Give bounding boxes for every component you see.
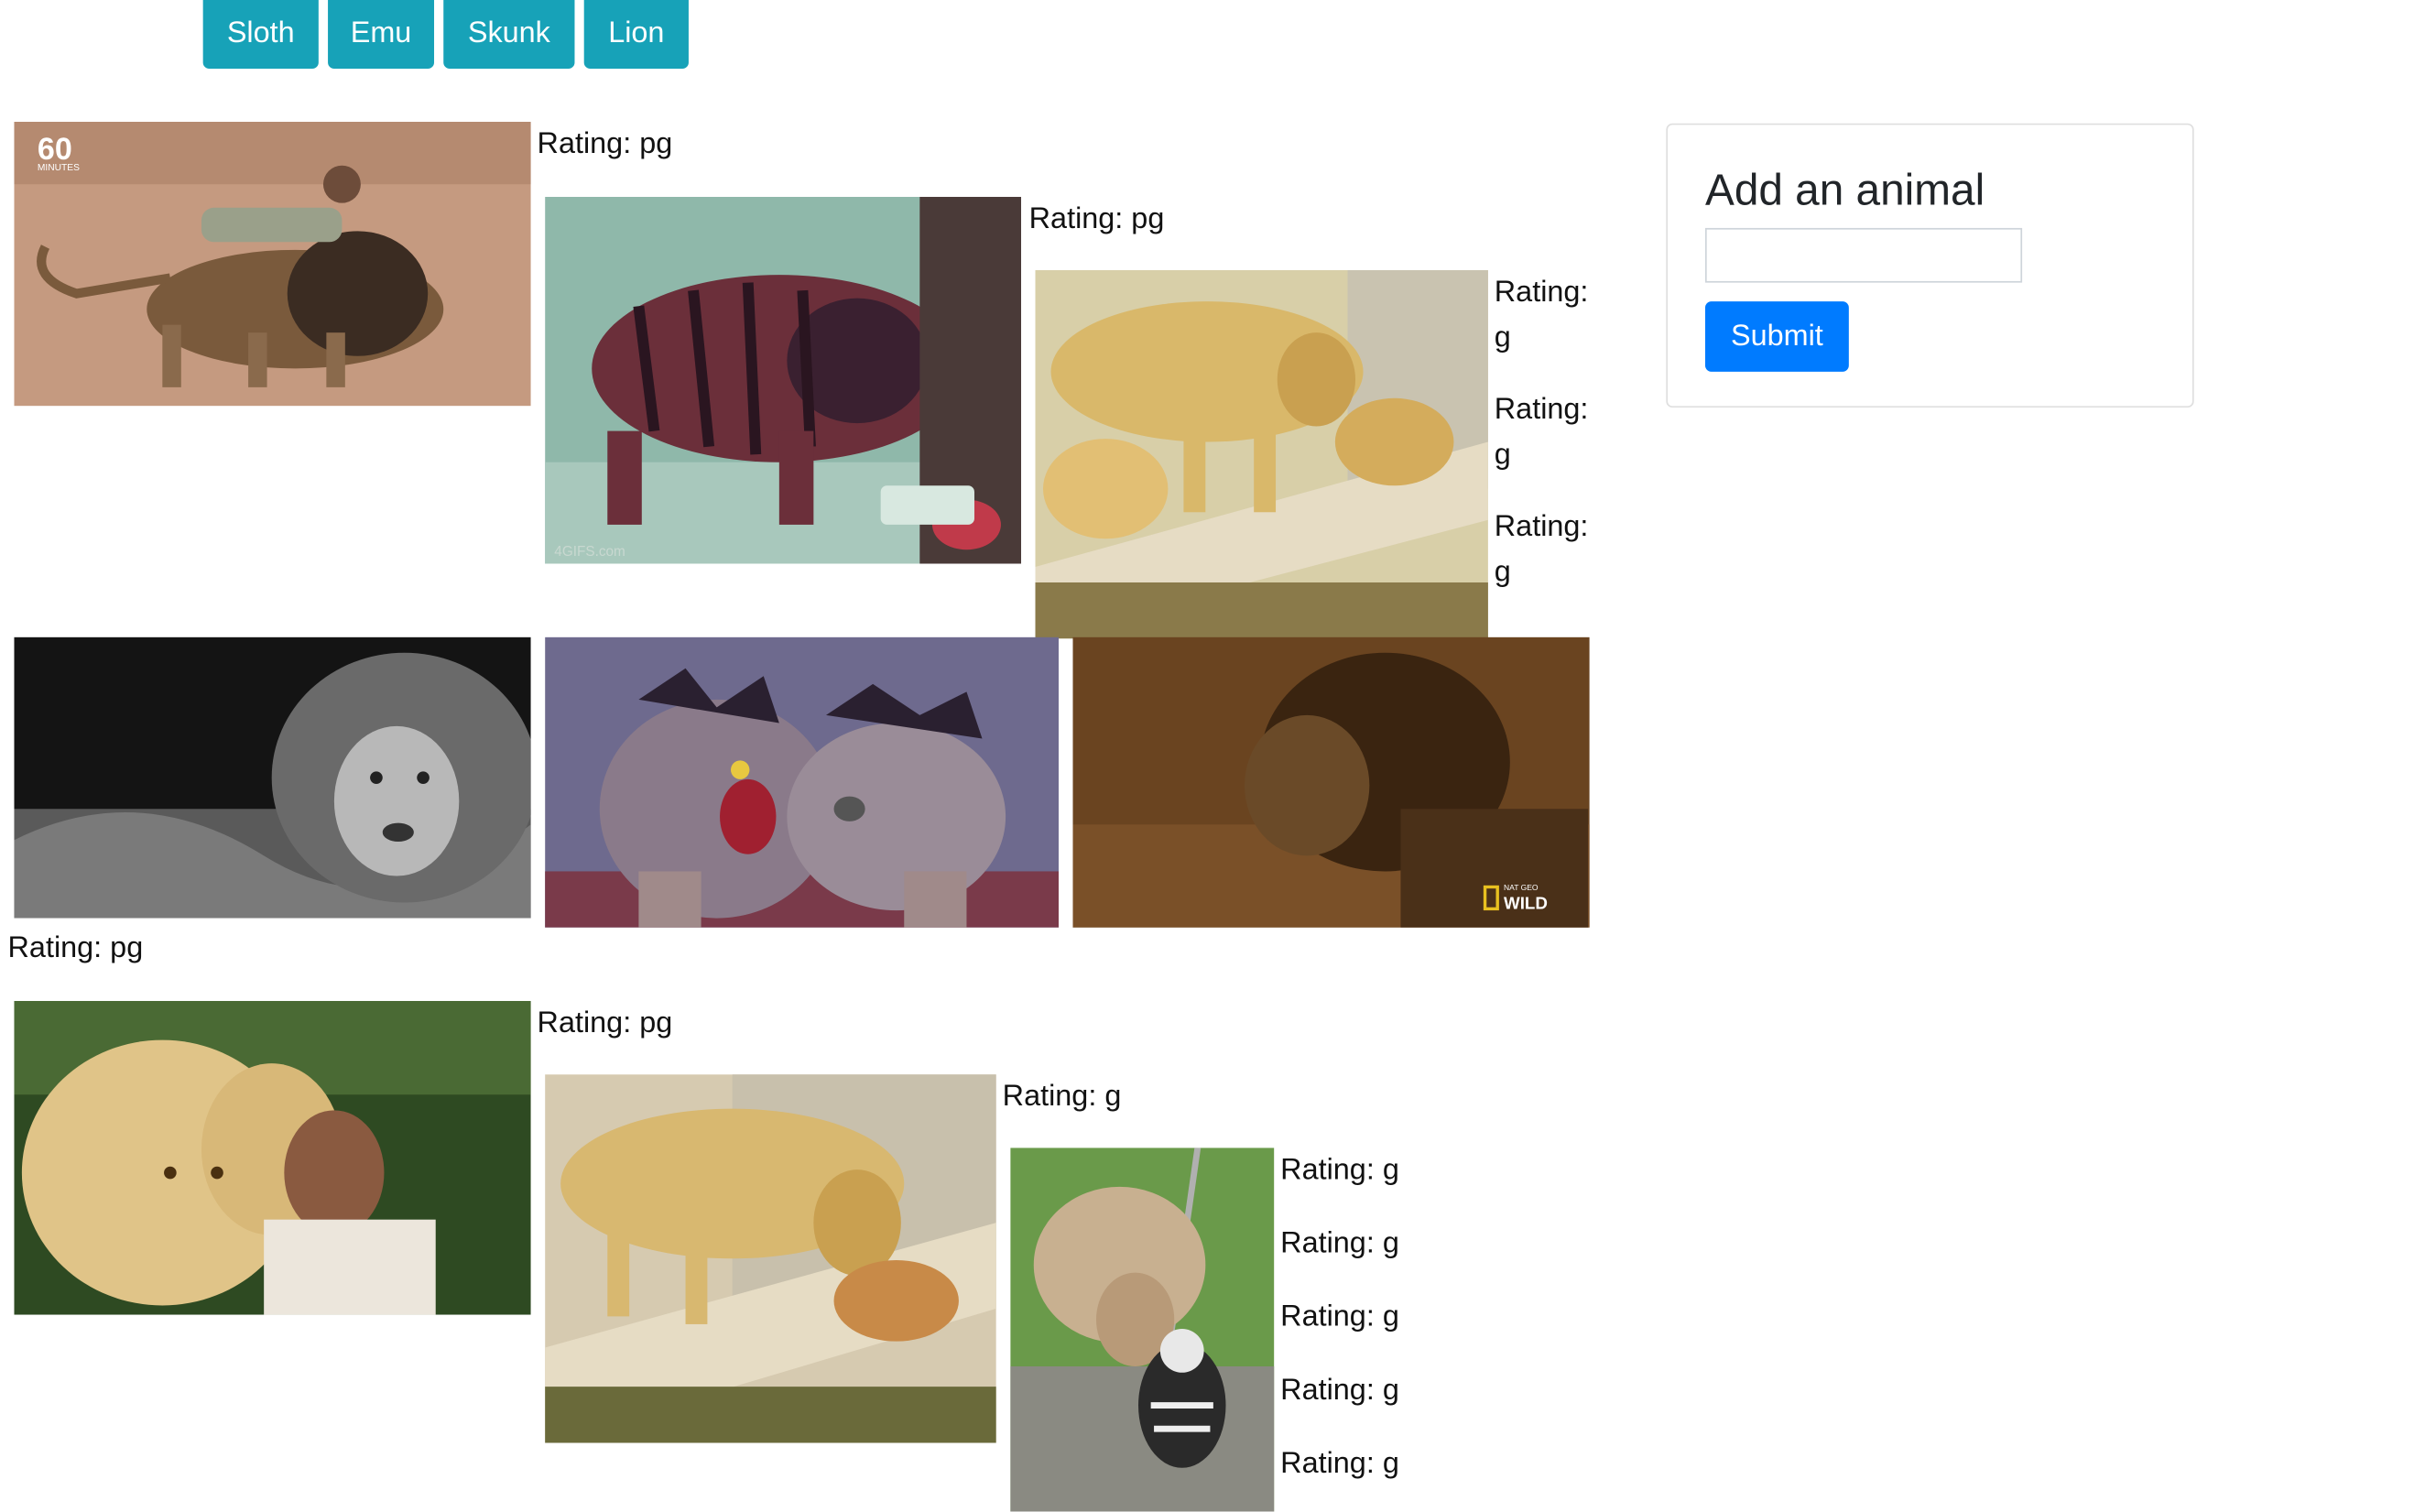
rating-label: Rating: g [1280,1154,1399,1187]
rating-label: Rating: g [1280,1300,1399,1334]
rating-label: Rating: pg [1028,202,1165,236]
lions-hug-gif [14,1000,531,1315]
rating-label: Rating: g [1280,1447,1399,1481]
rating-label: Rating: g [1494,393,1589,472]
rating-label: Rating: g [1494,510,1589,589]
tiger-gif: 4GIFS.com [545,196,1022,564]
sixty-minutes-logo: 60 [38,132,72,167]
sloth-button[interactable]: Sloth [202,0,319,70]
rating-label: Rating: g [1280,1227,1399,1261]
rating-label: Rating: g [1494,276,1589,355]
skunk-button[interactable]: Skunk [443,0,575,70]
rating-label: Rating: g [1002,1080,1122,1114]
lion-button[interactable]: Lion [583,0,689,70]
rating-label: Rating: pg [537,127,673,161]
lion-bw-gif [14,636,531,919]
natgeo-logo: WILD [1504,893,1548,912]
submit-button[interactable]: Submit [1704,301,1849,372]
lion-gif: 60 MINUTES [14,121,531,407]
lioness-water-gif [545,1074,996,1443]
add-animal-card: Add an animal Submit [1666,123,2194,408]
lioness-monkey-gif [1010,1148,1275,1512]
fourgifs-watermark: 4GIFS.com [554,544,625,560]
natgeo-logo-small: NAT GEO [1504,883,1539,892]
sixty-minutes-logo-sub: MINUTES [38,163,80,173]
lioness-cubs-gif [1035,269,1488,639]
rating-label: Rating: g [1280,1374,1399,1408]
lion-natgeo-gif: NAT GEO WILD [1072,636,1590,928]
add-animal-title: Add an animal [1704,165,1985,214]
hyenas-gif [545,636,1060,928]
rating-label: Rating: pg [7,931,144,965]
rating-label: Rating: pg [537,1006,673,1040]
emu-button[interactable]: Emu [328,0,435,70]
animal-input[interactable] [1704,227,2023,283]
